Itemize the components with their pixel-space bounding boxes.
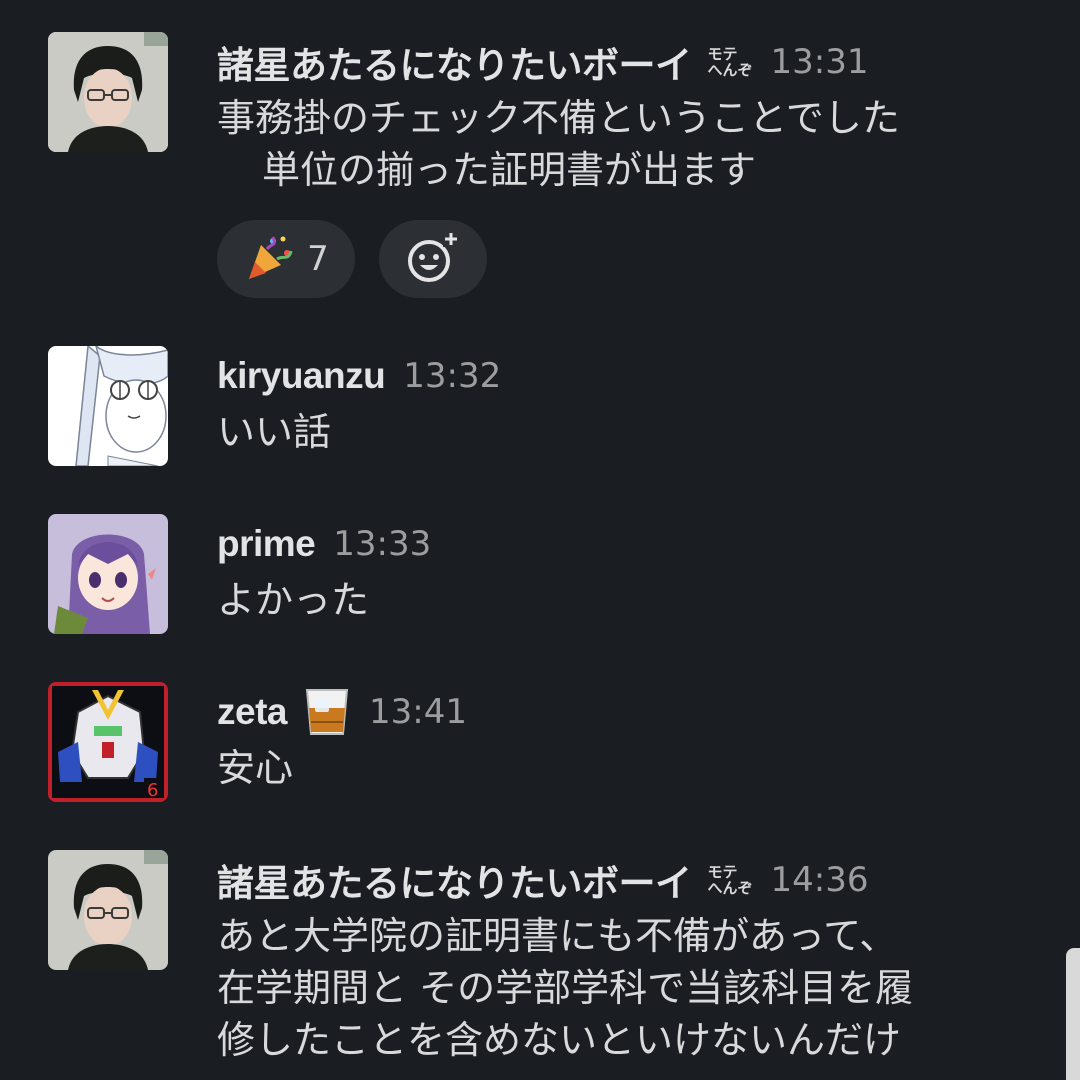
svg-text:6: 6 <box>147 780 158 801</box>
reaction-count: 7 <box>307 239 329 279</box>
user-name[interactable]: 諸星あたるになりたいボーイ <box>217 853 692 907</box>
timestamp[interactable]: 13:33 <box>333 524 431 564</box>
add-reaction-button[interactable] <box>379 220 487 298</box>
reaction-pill[interactable]: 7 <box>217 220 355 298</box>
add-reaction-icon <box>405 229 461 289</box>
message-text: いい話 <box>217 410 332 454</box>
avatar[interactable] <box>48 32 168 152</box>
avatar[interactable] <box>48 346 168 466</box>
message-text: 安心 <box>217 746 294 790</box>
timestamp[interactable]: 13:31 <box>771 42 869 82</box>
avatar[interactable] <box>48 850 168 970</box>
avatar[interactable]: 6 <box>48 682 168 802</box>
user-name[interactable]: kiryuanzu <box>217 355 386 397</box>
whisky-glass-icon[interactable] <box>303 686 351 738</box>
message-text: 修したことを含めないといけないんだけ <box>217 1018 902 1062</box>
scrollbar[interactable] <box>1066 948 1080 1080</box>
party-popper-icon <box>243 231 295 287</box>
timestamp[interactable]: 14:36 <box>771 860 869 900</box>
status-text: モテ へんぞ <box>707 45 753 79</box>
reaction-bar: 7 <box>217 220 1020 298</box>
message-text: よかった <box>217 578 370 622</box>
user-name[interactable]: 諸星あたるになりたいボーイ <box>217 35 692 89</box>
avatar[interactable] <box>48 514 168 634</box>
message-text: 事務掛のチェック不備ということでした <box>217 96 900 140</box>
message-text: 在学期間と その学部学科で当該科目を履 <box>217 966 914 1010</box>
user-name[interactable]: zeta <box>217 691 287 733</box>
message-text: あと大学院の証明書にも不備があって、 <box>217 914 898 958</box>
user-name[interactable]: prime <box>217 523 316 565</box>
timestamp[interactable]: 13:32 <box>403 356 501 396</box>
status-text: モテ へんぞ <box>707 863 753 897</box>
message-text: 単位の揃った証明書が出ます <box>262 148 757 192</box>
timestamp[interactable]: 13:41 <box>369 692 467 732</box>
